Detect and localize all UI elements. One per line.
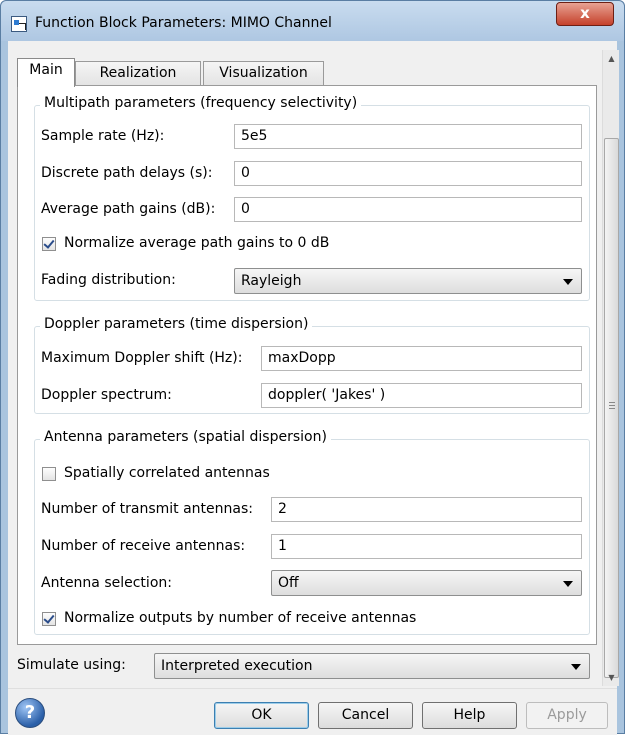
simulate-using-value: Interpreted execution — [161, 658, 313, 674]
simulate-using-select[interactable]: Interpreted execution — [154, 653, 590, 679]
normalize-gains-label: Normalize average path gains to 0 dB — [64, 235, 330, 251]
window-title: Function Block Parameters: MIMO Channel — [35, 15, 332, 31]
doppler-spectrum-field[interactable]: doppler( 'Jakes' ) — [261, 383, 582, 408]
fading-distribution-value: Rayleigh — [241, 273, 302, 289]
doppler-legend: Doppler parameters (time dispersion) — [40, 316, 313, 332]
simulink-block-icon — [11, 16, 27, 32]
tab-realization[interactable]: Realization — [75, 61, 201, 86]
max-doppler-shift-field[interactable]: maxDopp — [261, 346, 582, 371]
path-delays-field[interactable]: 0 — [234, 161, 582, 186]
sample-rate-field[interactable]: 5e5 — [234, 124, 582, 149]
antenna-legend: Antenna parameters (spatial dispersion) — [40, 429, 331, 445]
antenna-selection-label: Antenna selection: — [41, 575, 172, 591]
multipath-legend: Multipath parameters (frequency selectiv… — [40, 95, 362, 111]
sample-rate-label: Sample rate (Hz): — [41, 128, 165, 144]
normalize-outputs-label: Normalize outputs by number of receive a… — [64, 610, 417, 626]
button-divider — [8, 688, 617, 689]
apply-button[interactable]: Apply — [526, 702, 608, 729]
main-tab-panel: Multipath parameters (frequency selectiv… — [17, 85, 597, 645]
path-gains-label: Average path gains (dB): — [41, 201, 216, 217]
scroll-up-icon[interactable]: ▲ — [603, 50, 620, 67]
path-delays-label: Discrete path delays (s): — [41, 165, 213, 181]
title-bar[interactable]: Function Block Parameters: MIMO Channel … — [1, 1, 624, 41]
scrollbar-thumb[interactable] — [604, 138, 619, 678]
doppler-spectrum-label: Doppler spectrum: — [41, 387, 172, 403]
antenna-selection-value: Off — [278, 575, 299, 591]
transmit-antennas-label: Number of transmit antennas: — [41, 501, 253, 517]
close-button[interactable]: x — [556, 2, 614, 26]
fading-distribution-label: Fading distribution: — [41, 272, 176, 288]
antenna-selection-select[interactable]: Off — [271, 570, 582, 596]
help-question-icon[interactable]: ? — [15, 698, 45, 728]
normalize-gains-checkbox[interactable] — [42, 237, 56, 251]
receive-antennas-field[interactable]: 1 — [271, 534, 582, 559]
spatially-correlated-checkbox[interactable] — [42, 467, 56, 481]
path-gains-field[interactable]: 0 — [234, 197, 582, 222]
ok-button[interactable]: OK — [214, 702, 309, 729]
fading-distribution-select[interactable]: Rayleigh — [234, 268, 582, 294]
vertical-scrollbar[interactable]: ▲ ▼ — [602, 50, 619, 686]
max-doppler-shift-label: Maximum Doppler shift (Hz): — [41, 350, 243, 366]
chevron-down-icon — [563, 279, 573, 285]
simulate-using-label: Simulate using: — [17, 657, 126, 673]
receive-antennas-label: Number of receive antennas: — [41, 538, 246, 554]
chevron-down-icon — [563, 581, 573, 587]
normalize-outputs-checkbox[interactable] — [42, 612, 56, 626]
grip-icon — [609, 402, 615, 403]
tab-main[interactable]: Main — [17, 58, 75, 87]
chevron-down-icon — [571, 664, 581, 670]
tab-visualization[interactable]: Visualization — [203, 61, 324, 86]
dialog-window: Function Block Parameters: MIMO Channel … — [0, 0, 625, 735]
spatially-correlated-label: Spatially correlated antennas — [64, 465, 270, 481]
transmit-antennas-field[interactable]: 2 — [271, 497, 582, 522]
scroll-down-icon[interactable]: ▼ — [603, 669, 620, 686]
cancel-button[interactable]: Cancel — [318, 702, 413, 729]
help-button[interactable]: Help — [422, 702, 517, 729]
